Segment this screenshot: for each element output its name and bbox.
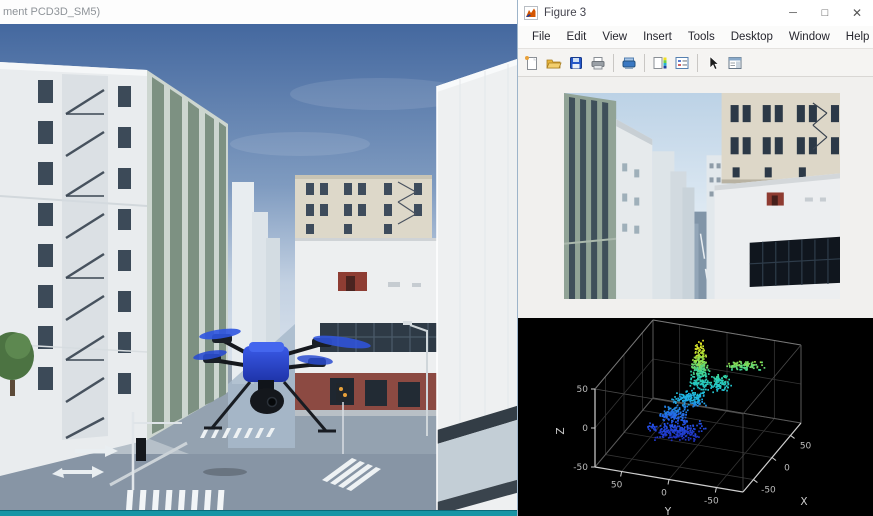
print-figure-button[interactable] [587,52,609,74]
toolbar-separator [613,54,614,72]
menu-tools[interactable]: Tools [680,26,723,48]
white-building-mid [295,238,455,416]
drone-shadow [203,468,247,476]
new-figure-icon [524,55,540,71]
open-file-button[interactable] [543,52,565,74]
simulation-window: ment PCD3D_SM5) [0,0,517,516]
cam-beige-building [722,93,840,183]
svg-text:0: 0 [582,424,588,434]
svg-text:50: 50 [611,481,623,491]
svg-text:50: 50 [577,385,589,395]
taskbar-edge-strip [0,510,522,516]
save-figure-button[interactable] [565,52,587,74]
figure-canvas: 50 0 -50 50 0 -50 -50 0 50 Z Y X [518,77,873,516]
pointcloud-plot-area: 50 0 -50 50 0 -50 -50 0 50 Z Y X [518,318,873,516]
svg-text:-50: -50 [761,486,776,496]
simulation-titlebar[interactable]: ment PCD3D_SM5) [0,0,517,24]
svg-text:-50: -50 [573,463,588,473]
new-figure-button[interactable] [521,52,543,74]
toolbar-separator [644,54,645,72]
matlab-figure-window: Figure 3 ─ □ ✕ File Edit View Insert Too… [517,0,873,516]
menu-file[interactable]: File [524,26,559,48]
figure-titlebar[interactable]: Figure 3 ─ □ ✕ [518,0,873,26]
property-inspector-button[interactable] [724,52,746,74]
save-figure-icon [568,55,584,71]
open-file-icon [546,55,562,71]
insert-legend-button[interactable] [671,52,693,74]
svg-text:50: 50 [800,441,812,451]
minimize-button[interactable]: ─ [777,0,809,26]
lidar-pointcloud-plot: 50 0 -50 50 0 -50 -50 0 50 Z Y X [518,318,873,516]
cam-white-building-right [715,173,840,299]
matlab-logo-icon [524,6,538,20]
svg-text:-50: -50 [704,497,719,507]
screenshot-root: ment PCD3D_SM5) [0,0,873,516]
menu-desktop[interactable]: Desktop [723,26,781,48]
cam-white-building-left [616,119,652,299]
brick-storefront [295,373,455,416]
property-inspector-icon [727,55,743,71]
cam-green-building [564,93,616,299]
maximize-button[interactable]: □ [809,0,841,26]
beige-building [295,175,432,238]
edit-plot-arrow-icon [705,55,721,71]
menu-edit[interactable]: Edit [559,26,595,48]
figure-menubar: File Edit View Insert Tools Desktop Wind… [518,26,873,48]
link-plot-button[interactable] [618,52,640,74]
simulation-3d-viewport[interactable] [0,24,517,516]
svg-text:Y: Y [664,506,672,516]
insert-colorbar-icon [652,55,668,71]
svg-text:0: 0 [661,489,667,499]
toolbar-separator [697,54,698,72]
close-button[interactable]: ✕ [841,0,873,26]
menu-insert[interactable]: Insert [635,26,680,48]
link-plot-icon [621,55,637,71]
fire-escape [62,74,108,440]
right-near-building [437,58,517,516]
print-figure-icon [590,55,606,71]
insert-colorbar-button[interactable] [649,52,671,74]
edit-plot-button[interactable] [702,52,724,74]
svg-text:0: 0 [784,464,790,474]
insert-legend-icon [674,55,690,71]
menu-view[interactable]: View [594,26,635,48]
simulation-title: ment PCD3D_SM5) [3,6,100,18]
uav-camera-image [564,93,840,299]
svg-text:X: X [800,496,807,508]
menu-help[interactable]: Help [838,26,873,48]
figure-title: Figure 3 [544,7,777,19]
figure-toolbar [518,48,873,77]
svg-text:Z: Z [555,427,567,434]
menu-window[interactable]: Window [781,26,838,48]
